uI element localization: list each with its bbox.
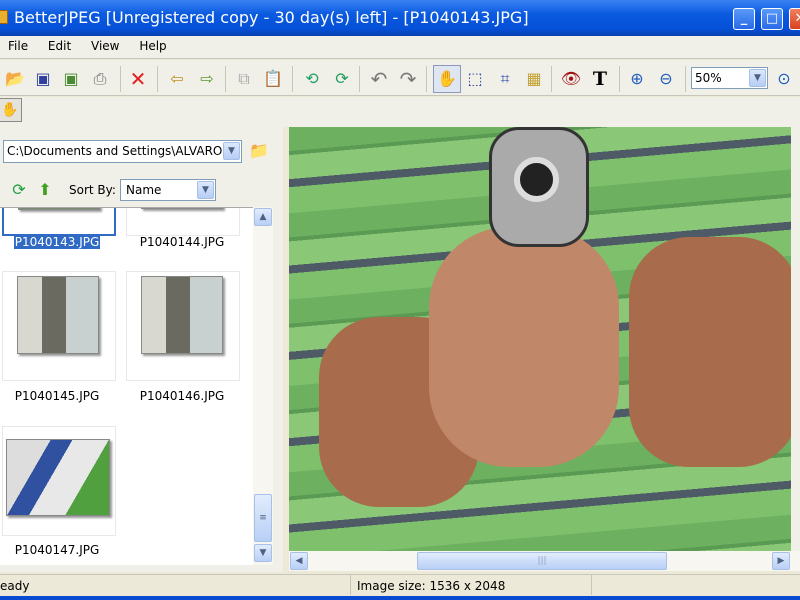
viewer-vscroll[interactable] [791,127,800,551]
title-bar: BetterJPEG [Unregistered copy - 30 day(s… [0,0,800,36]
thumbnail-item[interactable] [126,271,240,381]
thumbnail-label: P1040147.JPG [14,543,100,557]
sort-label: Sort By: [69,183,116,197]
toolbar: 📂 ▣ ▣ ⎙ ✕ ⇦ ⇨ ⧉ 📋 ⟲ ⟳ ↶ ↷ ✋ ⬚ ⌗ ▦ 👁 T ⊕ … [0,60,800,96]
delete-icon[interactable]: ✕ [127,68,149,90]
save-icon[interactable]: ▣ [32,68,54,90]
photo-arm-right [629,237,799,467]
thumbnail-label: P1040146.JPG [139,389,225,403]
next-image-icon[interactable]: ⇨ [196,68,218,90]
thumbnail-label: P1040145.JPG [14,389,100,403]
path-value: C:\Documents and Settings\ALVARO [7,144,223,158]
zoom-value: 50% [695,71,722,85]
sort-select[interactable]: Name ▼ [120,179,216,201]
crop-icon[interactable]: ⌗ [494,68,516,90]
rotate-left-icon[interactable]: ⟲ [301,68,323,90]
image-size: Image size: 1536 x 2048 [357,579,506,593]
hand-tool-icon[interactable]: ✋ [433,65,461,93]
photo-hands [429,227,619,467]
thumbnail-scrollbar[interactable]: ▲ ≡ ▼ [253,207,273,565]
hand-icon[interactable]: ✋ [0,98,22,122]
file-browser-panel: C:\Documents and Settings\ALVARO ▼ 📁 ⟳ ⬆ … [0,127,283,572]
zoom-in-icon[interactable]: ⊕ [626,68,648,90]
path-select[interactable]: C:\Documents and Settings\ALVARO ▼ [3,140,242,163]
zoom-fit-icon[interactable]: ⊙ [773,68,795,90]
scroll-down-icon[interactable]: ▼ [254,544,272,562]
scroll-right-icon[interactable]: ▶ [772,552,790,570]
paste-icon[interactable]: 📋 [262,68,284,90]
sort-value: Name [126,183,162,197]
refresh-icon[interactable]: ⟳ [8,179,30,201]
menu-edit[interactable]: Edit [40,36,79,53]
sort-row: ⟳ ⬆ Sort By: Name ▼ [0,177,283,203]
menu-bar: File Edit View Help [0,36,800,59]
status-bar: eady Image size: 1536 x 2048 [0,574,800,596]
thumbnail-item[interactable] [2,426,116,536]
scroll-thumb[interactable]: ||| [417,552,667,570]
scroll-up-icon[interactable]: ▲ [254,208,272,226]
viewer-hscroll[interactable]: ◀ ||| ▶ [289,551,800,571]
adjust-icon[interactable]: ▦ [523,68,545,90]
copy-icon[interactable]: ⧉ [233,68,255,90]
window-border [0,596,800,600]
zoom-select[interactable]: 50% ▼ [691,67,768,89]
thumbnail-label: P1040143.JPG [13,235,101,249]
undo-icon[interactable]: ↶ [368,68,390,90]
thumbnail-list: P1040143.JPG P1040144.JPG P1040145.JPG P… [0,207,253,565]
maximize-button[interactable]: □ [761,8,783,30]
minimize-button[interactable]: _ [733,8,755,30]
menu-help[interactable]: Help [131,36,174,53]
rotate-right-icon[interactable]: ⟳ [331,68,353,90]
save-as-icon[interactable]: ▣ [60,68,82,90]
zoom-out-icon[interactable]: ⊖ [655,68,677,90]
up-folder-icon[interactable]: ⬆ [34,179,56,201]
menu-view[interactable]: View [83,36,127,53]
print-icon[interactable]: ⎙ [89,68,111,90]
text-icon[interactable]: T [589,68,611,90]
red-eye-icon[interactable]: 👁 [560,68,582,90]
tool-options-bar: ✋ [0,97,800,127]
menu-file[interactable]: File [0,36,36,53]
image-viewer[interactable] [289,127,800,551]
thumbnail-item[interactable] [2,208,116,236]
close-button[interactable]: ✕ [789,8,800,30]
chevron-down-icon[interactable]: ▼ [197,181,214,199]
prev-image-icon[interactable]: ⇦ [166,68,188,90]
scroll-left-icon[interactable]: ◀ [290,552,308,570]
photo-barrel [514,157,559,202]
thumbnail-item[interactable] [2,271,116,381]
thumbnail-item[interactable] [126,208,240,236]
redo-icon[interactable]: ↷ [397,68,419,90]
chevron-down-icon[interactable]: ▼ [749,69,766,87]
thumbnail-label: P1040144.JPG [139,235,225,249]
select-icon[interactable]: ⬚ [464,68,486,90]
app-icon [0,10,8,24]
window-title: BetterJPEG [Unregistered copy - 30 day(s… [14,8,529,27]
open-icon[interactable]: 📂 [4,68,26,90]
status-text: eady [0,579,30,593]
chevron-down-icon[interactable]: ▼ [223,142,240,160]
browse-folder-icon[interactable]: 📁 [249,141,269,160]
scroll-thumb[interactable]: ≡ [254,494,272,542]
